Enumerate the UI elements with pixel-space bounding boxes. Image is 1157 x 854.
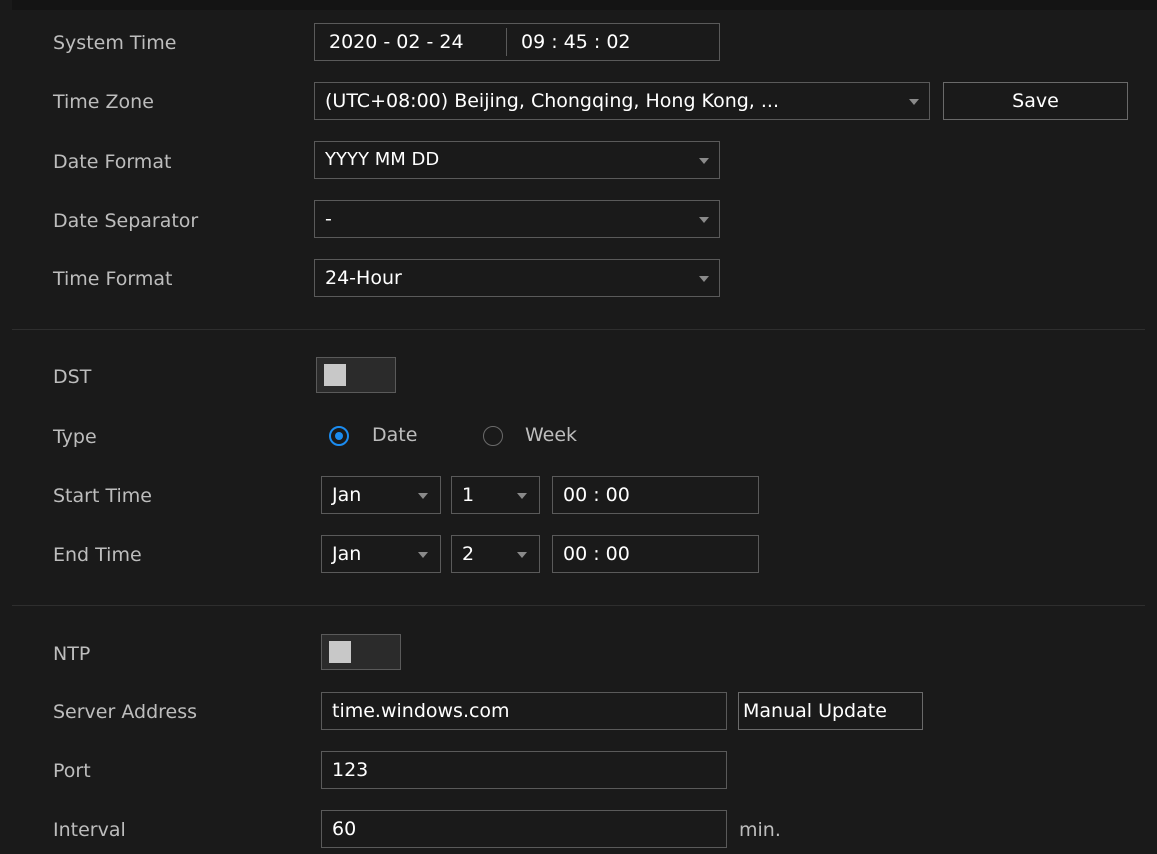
type-label: Type [53, 426, 97, 448]
start-day-select[interactable]: 1 [451, 476, 540, 514]
dst-label: DST [53, 366, 92, 388]
chevron-down-icon [418, 493, 428, 499]
interval-label: Interval [53, 819, 126, 841]
start-month-value: Jan [332, 484, 362, 506]
server-address-input[interactable]: time.windows.com [321, 692, 727, 730]
dst-toggle[interactable] [316, 357, 396, 393]
system-time-label: System Time [53, 32, 177, 54]
interval-unit: min. [739, 819, 781, 841]
interval-input[interactable]: 60 [321, 810, 727, 848]
start-time-label: Start Time [53, 485, 152, 507]
date-separator-select[interactable]: - [314, 200, 720, 238]
toggle-knob [329, 641, 351, 663]
system-time-field[interactable]: 2020 - 02 - 24 09 : 45 : 02 [314, 23, 720, 61]
date-separator-label: Date Separator [53, 210, 199, 232]
end-time-label: End Time [53, 544, 142, 566]
date-format-select[interactable]: YYYY MM DD [314, 141, 720, 179]
manual-update-button[interactable]: Manual Update [738, 692, 923, 730]
port-label: Port [53, 760, 91, 782]
chevron-down-icon [699, 158, 709, 164]
toggle-knob [324, 364, 346, 386]
time-zone-value: (UTC+08:00) Beijing, Chongqing, Hong Kon… [325, 90, 779, 112]
port-input[interactable]: 123 [321, 751, 727, 789]
type-week-label[interactable]: Week [525, 424, 577, 446]
save-button[interactable]: Save [943, 82, 1128, 120]
end-month-select[interactable]: Jan [321, 535, 441, 573]
chevron-down-icon [517, 493, 527, 499]
date-time-separator [506, 28, 507, 56]
date-format-value: YYYY MM DD [325, 149, 440, 170]
end-time-field[interactable]: 00 : 00 [552, 535, 759, 573]
end-day-select[interactable]: 2 [451, 535, 540, 573]
chevron-down-icon [517, 552, 527, 558]
type-week-radio[interactable] [483, 426, 503, 446]
system-time-date[interactable]: 2020 - 02 - 24 [329, 24, 464, 60]
port-value[interactable]: 123 [332, 759, 368, 781]
section-divider [12, 329, 1145, 330]
date-format-label: Date Format [53, 151, 172, 173]
end-time-value[interactable]: 00 : 00 [563, 543, 630, 565]
chevron-down-icon [699, 217, 709, 223]
start-time-field[interactable]: 00 : 00 [552, 476, 759, 514]
interval-value[interactable]: 60 [332, 818, 356, 840]
time-zone-label: Time Zone [53, 91, 154, 113]
ntp-toggle[interactable] [321, 634, 401, 670]
end-month-value: Jan [332, 543, 362, 565]
time-format-label: Time Format [53, 268, 173, 290]
section-divider [12, 605, 1145, 606]
time-format-select[interactable]: 24-Hour [314, 259, 720, 297]
type-date-label[interactable]: Date [372, 424, 417, 446]
date-separator-value: - [325, 208, 332, 230]
chevron-down-icon [909, 99, 919, 105]
top-border [12, 0, 1157, 10]
start-time-value[interactable]: 00 : 00 [563, 484, 630, 506]
end-day-value: 2 [462, 543, 475, 565]
type-date-radio[interactable] [329, 426, 349, 446]
chevron-down-icon [418, 552, 428, 558]
time-zone-select[interactable]: (UTC+08:00) Beijing, Chongqing, Hong Kon… [314, 82, 930, 120]
ntp-label: NTP [53, 643, 91, 665]
server-address-value[interactable]: time.windows.com [332, 700, 510, 722]
system-time-clock[interactable]: 09 : 45 : 02 [521, 24, 631, 60]
start-day-value: 1 [462, 484, 475, 506]
start-month-select[interactable]: Jan [321, 476, 441, 514]
chevron-down-icon [699, 276, 709, 282]
time-format-value: 24-Hour [325, 267, 402, 289]
server-address-label: Server Address [53, 701, 198, 723]
